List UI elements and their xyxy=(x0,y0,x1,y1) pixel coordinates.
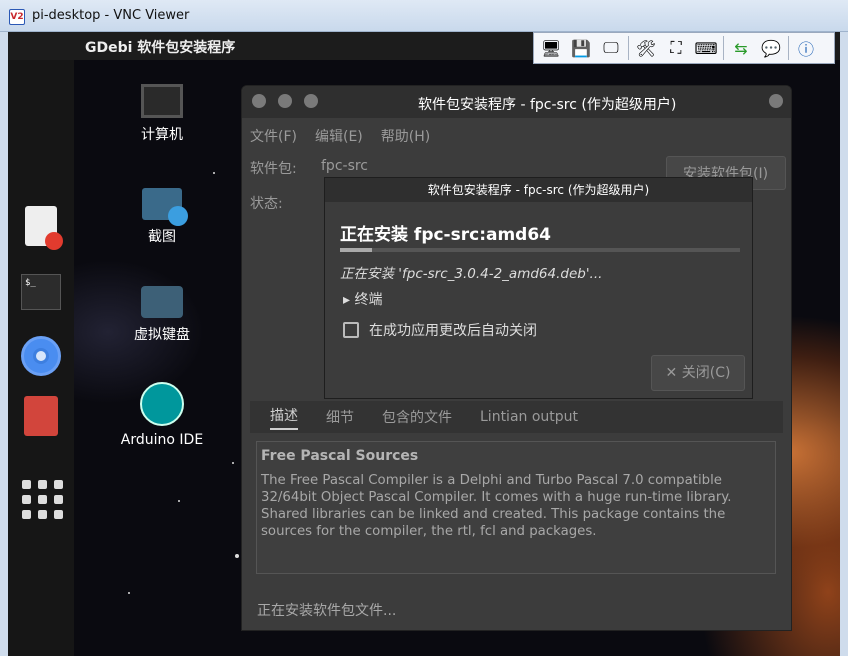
ctrl-alt-del-icon[interactable]: ⌨ xyxy=(693,35,719,61)
tab-lintian-output[interactable]: Lintian output xyxy=(480,409,578,425)
package-label: 软件包: xyxy=(250,161,297,177)
dialog-title: 软件包安装程序 - fpc-src (作为超级用户) xyxy=(325,178,752,202)
desktop-icon-label: Arduino IDE xyxy=(120,432,204,448)
window-extra-button[interactable] xyxy=(769,94,783,108)
maximize-window-icon[interactable] xyxy=(304,94,318,108)
fullscreen-icon[interactable]: ⛶ xyxy=(663,35,689,61)
gdebi-title-bar: 软件包安装程序 - fpc-src (作为超级用户) xyxy=(242,86,791,118)
close-button[interactable]: ✕ 关闭(C) xyxy=(651,355,745,391)
trash-dock-icon[interactable] xyxy=(24,396,58,436)
save-icon[interactable]: 💾 xyxy=(568,35,594,61)
desktop-icon-keyboard[interactable]: 虚拟键盘 xyxy=(117,286,207,344)
panel-app-title: GDebi 软件包安装程序 xyxy=(85,40,236,56)
keyboard-icon xyxy=(141,286,183,318)
terminal-expander-label: 终端 xyxy=(354,292,383,308)
menu-file[interactable]: 文件(F) xyxy=(250,126,297,146)
text-editor-dock-icon[interactable] xyxy=(25,206,63,250)
desktop-icon-computer[interactable]: 计算机 xyxy=(117,84,207,144)
connection-info-icon[interactable]: 🖥 xyxy=(538,35,564,61)
install-progress-bar xyxy=(340,248,740,252)
chat-icon[interactable]: 💬 xyxy=(758,35,784,61)
arduino-icon xyxy=(140,382,184,426)
star xyxy=(178,500,180,502)
terminal-expander[interactable]: ▸ 终端 xyxy=(343,289,382,309)
menu-edit[interactable]: 编辑(E) xyxy=(315,126,363,146)
about-icon[interactable]: ⓘ xyxy=(793,35,819,61)
toolbar-separator xyxy=(788,36,789,60)
toolbar-separator xyxy=(723,36,724,60)
app-grid-icon[interactable] xyxy=(20,478,63,520)
desktop-icon-label: 计算机 xyxy=(141,127,183,143)
terminal-dock-icon[interactable]: $_ xyxy=(21,274,61,310)
options-icon[interactable]: 🛠 xyxy=(633,35,659,61)
install-status-text: 正在安装软件包文件... xyxy=(257,603,397,619)
toolbar-separator xyxy=(628,36,629,60)
desktop-icon-label: 虚拟键盘 xyxy=(134,327,190,343)
progress-fill xyxy=(340,248,372,252)
desktop-icon-screenshot[interactable]: 截图 xyxy=(117,188,207,246)
window-frame-left xyxy=(0,32,8,656)
description-title: Free Pascal Sources xyxy=(261,448,419,464)
details-tabs: 描述 细节 包含的文件 Lintian output xyxy=(250,401,783,433)
computer-icon xyxy=(141,84,183,118)
close-button-label: 关闭(C) xyxy=(681,365,731,381)
menu-help[interactable]: 帮助(H) xyxy=(381,126,430,146)
star xyxy=(213,172,215,174)
desktop-icon-label: 截图 xyxy=(148,229,176,245)
close-x-icon: ✕ xyxy=(665,365,682,381)
left-dock: $_ xyxy=(8,60,74,656)
desktop-icon-arduino[interactable]: Arduino IDE xyxy=(117,382,207,448)
chromium-dock-icon[interactable] xyxy=(21,336,61,376)
vnc-app-icon: V2 xyxy=(9,9,25,25)
expand-triangle-icon: ▸ xyxy=(343,292,355,308)
description-panel: Free Pascal Sources The Free Pascal Comp… xyxy=(256,441,776,574)
tab-description[interactable]: 描述 xyxy=(270,405,298,430)
close-window-icon[interactable] xyxy=(252,94,266,108)
star xyxy=(128,592,130,594)
minimize-window-icon[interactable] xyxy=(278,94,292,108)
dialog-heading: 正在安装 fpc-src:amd64 xyxy=(340,225,552,245)
vnc-toolbar: 🖥 💾 🖵 🛠 ⛶ ⌨ ⇆ 💬 ⓘ xyxy=(533,32,835,64)
tab-included-files[interactable]: 包含的文件 xyxy=(382,407,452,427)
description-text: The Free Pascal Compiler is a Delphi and… xyxy=(261,473,732,539)
status-label: 状态: xyxy=(250,196,283,212)
package-value: fpc-src xyxy=(321,158,369,174)
gdebi-title: 软件包安装程序 - fpc-src (作为超级用户) xyxy=(418,97,677,113)
checkbox-box xyxy=(343,322,359,338)
chromium-center xyxy=(33,348,49,364)
installing-file-text: 正在安装 'fpc-src_3.0.4-2_amd64.deb'... xyxy=(340,266,603,282)
disconnect-icon[interactable]: 🖵 xyxy=(598,35,624,61)
star xyxy=(235,554,239,558)
tab-details[interactable]: 细节 xyxy=(326,407,354,427)
vnc-title-bar: V2 pi-desktop - VNC Viewer xyxy=(0,0,848,32)
terminal-prompt: $_ xyxy=(25,278,36,288)
vnc-window-title: pi-desktop - VNC Viewer xyxy=(32,8,190,23)
screenshot-icon xyxy=(142,188,188,226)
menu-bar: 文件(F) 编辑(E) 帮助(H) xyxy=(250,126,430,146)
transfer-files-icon[interactable]: ⇆ xyxy=(728,35,754,61)
install-progress-dialog: 软件包安装程序 - fpc-src (作为超级用户) 正在安装 fpc-src:… xyxy=(324,177,753,399)
auto-close-label: 在成功应用更改后自动关闭 xyxy=(369,323,537,339)
pencil-icon xyxy=(45,232,63,250)
auto-close-checkbox[interactable]: 在成功应用更改后自动关闭 xyxy=(343,320,537,340)
window-frame-right xyxy=(840,32,848,656)
star xyxy=(232,462,234,464)
